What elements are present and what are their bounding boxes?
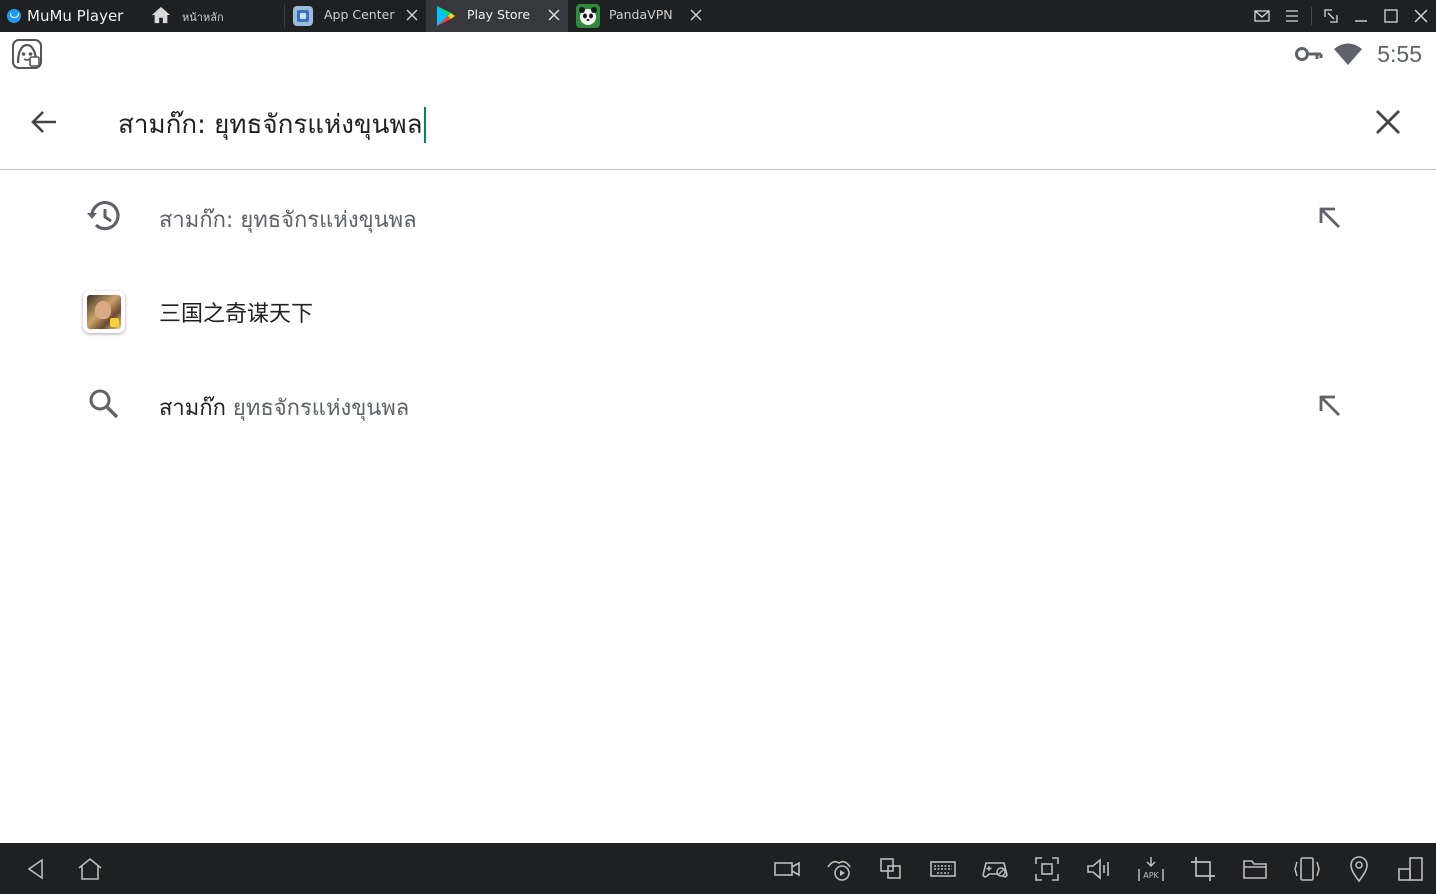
arrow-back-icon [31,111,56,133]
nav-home-icon [78,857,102,880]
tab-panda-vpn[interactable]: PandaVPN [568,0,710,32]
wifi-icon [1334,43,1363,65]
app-center-icon [293,6,313,26]
nav-back-icon [27,858,43,880]
history-icon [82,194,126,238]
suggestion-text: สามก๊ก ยุทธจักรแห่งขุนพล [159,396,410,421]
menu-icon [1286,10,1298,22]
tab-play-store[interactable]: Play Store [426,0,568,32]
vpn-key-icon [1295,47,1323,61]
fill-query-button[interactable] [1310,198,1348,236]
location-button[interactable] [1343,853,1375,885]
rotate-button[interactable] [1395,853,1427,885]
apk-install-icon: APK [1138,857,1164,881]
fullscreen-button[interactable] [1031,853,1063,885]
shrink-button[interactable] [1316,0,1346,32]
multi-instance-icon [880,858,901,879]
close-icon [1376,110,1400,134]
apk-install-button[interactable]: APK [1135,853,1167,885]
folder-button[interactable] [1239,853,1271,885]
suggestion-query[interactable]: สามก๊ก ยุทธจักรแห่งขุนพล [0,359,1436,453]
app-name: MuMu Player [27,7,124,25]
tab-home[interactable]: หน้าหลัก [142,0,284,32]
folder-icon [1243,860,1267,879]
back-button[interactable] [24,102,64,142]
multi-instance-button[interactable] [875,853,907,885]
tab-label: PandaVPN [609,7,673,22]
arrow-up-left-icon [1319,207,1340,228]
close-tab-icon[interactable] [688,7,704,23]
maximize-button[interactable] [1376,0,1406,32]
close-icon [1414,9,1428,23]
gamepad-icon [982,862,1008,878]
svg-text:APK: APK [1143,871,1159,880]
panda-vpn-icon [576,4,600,28]
search-icon [82,382,126,426]
fill-query-button[interactable] [1310,386,1348,424]
tab-label: หน้าหลัก [182,11,224,24]
shake-icon [1294,857,1320,881]
keyboard-button[interactable] [927,853,959,885]
search-query: สามก๊ก: ยุทธจักรแห่งขุนพล [118,110,423,140]
macro-icon [827,860,851,881]
volume-icon [1087,858,1109,880]
window-controls [1247,0,1436,32]
clear-search-button[interactable] [1368,102,1408,142]
mumu-logo-icon [7,9,21,23]
search-bar: สามก๊ก: ยุทธจักรแห่งขุนพล [0,76,1436,170]
suggestion-text: สามก๊ก: ยุทธจักรแห่งขุนพล [159,208,417,233]
location-icon [1350,856,1368,883]
gamepad-button[interactable] [979,853,1011,885]
emulator-toolbar: APK [0,843,1436,894]
close-tab-icon[interactable] [546,7,562,23]
app-icon-image [87,295,121,329]
app-icon-frame [83,291,125,333]
shake-button[interactable] [1291,853,1323,885]
app-brand: MuMu Player [0,0,142,32]
minimize-icon [1355,20,1367,22]
mail-button[interactable] [1247,0,1277,32]
crop-button[interactable] [1187,853,1219,885]
play-store-icon [437,6,455,26]
status-time: 5:55 [1377,40,1422,67]
nav-back-button[interactable] [20,853,52,885]
tab-label: Play Store [467,7,531,22]
screen-record-button[interactable] [771,853,803,885]
crop-icon [1191,857,1215,881]
text-caret [423,106,427,143]
keyboard-icon [930,861,956,877]
maximize-icon [1384,9,1398,23]
close-window-button[interactable] [1406,0,1436,32]
controls-divider [1311,7,1312,25]
app-thumbnail [82,290,126,334]
volume-button[interactable] [1083,853,1115,885]
close-tab-icon[interactable] [404,7,420,23]
mail-icon [1254,10,1270,22]
home-icon [151,6,171,24]
arrow-up-left-icon [1319,395,1340,416]
suggestion-history[interactable]: สามก๊ก: ยุทธจักรแห่งขุนพล [0,171,1436,265]
fullscreen-icon [1035,857,1059,881]
shrink-icon [1324,9,1338,23]
tab-label: App Center [324,7,395,22]
mumu-assistant-icon [12,39,42,69]
suggestion-app[interactable]: 三国之奇谋天下 [0,265,1436,359]
macro-button[interactable] [823,853,855,885]
window-title-bar: MuMu Player หน้าหลัก App Center Play Sto… [0,0,1436,32]
status-icons: 5:55 [1295,32,1422,76]
rotate-icon [1398,857,1423,881]
menu-button[interactable] [1277,0,1307,32]
nav-home-button[interactable] [74,853,106,885]
tab-app-center[interactable]: App Center [284,0,426,32]
search-input[interactable]: สามก๊ก: ยุทธจักรแห่งขุนพล [118,104,427,145]
android-status-bar: 5:55 [0,32,1436,76]
suggestion-text: 三国之奇谋天下 [159,302,314,327]
screen-record-icon [774,861,800,877]
minimize-button[interactable] [1346,0,1376,32]
